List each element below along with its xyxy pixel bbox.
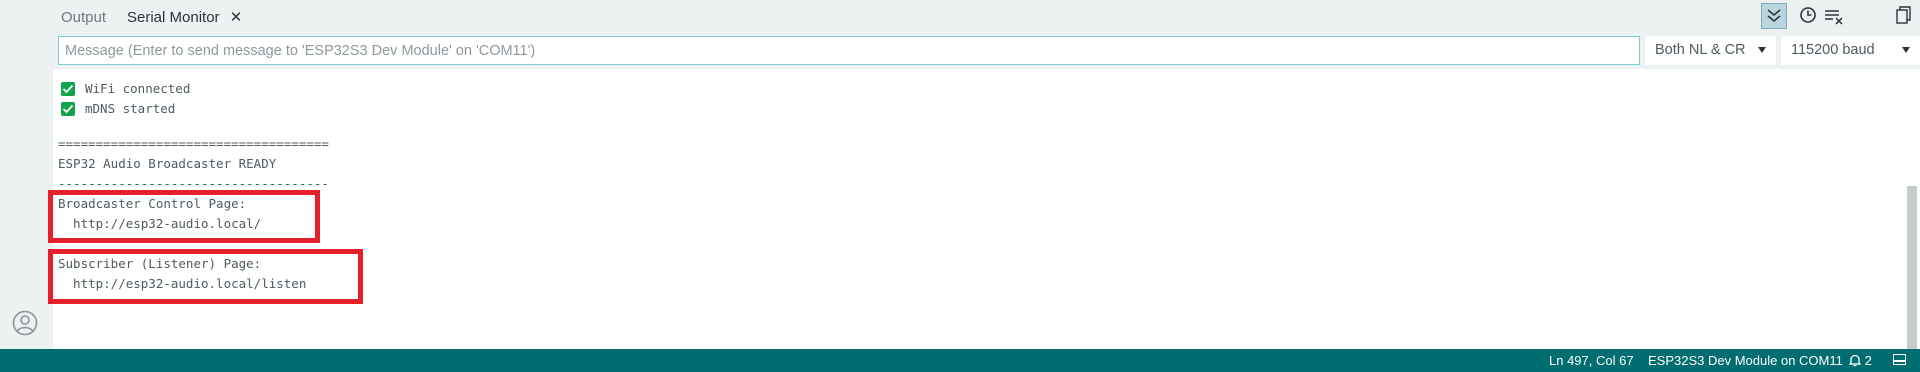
baud-rate-value: 115200 baud <box>1791 42 1875 58</box>
serial-line: ==================================== <box>58 136 329 151</box>
tab-output[interactable]: Output <box>61 0 106 35</box>
tab-serial-monitor[interactable]: Serial Monitor ✕ <box>127 0 242 35</box>
highlight-box-control-page <box>48 190 320 243</box>
chevron-down-icon <box>1758 47 1766 53</box>
tab-serial-monitor-label: Serial Monitor <box>127 9 220 26</box>
clock-icon[interactable] <box>1796 4 1820 28</box>
output-scrollbar[interactable] <box>1907 186 1917 349</box>
notifications-button[interactable]: 2 <box>1848 349 1872 372</box>
close-icon[interactable]: ✕ <box>230 0 243 36</box>
chevron-down-icon <box>1902 47 1910 53</box>
panel-tabbar: Output Serial Monitor ✕ <box>53 0 1920 35</box>
board-status[interactable]: ESP32S3 Dev Module on COM11 <box>1648 349 1843 372</box>
notifications-count: 2 <box>1864 353 1872 368</box>
baud-rate-select[interactable]: 115200 baud <box>1781 36 1920 65</box>
tab-output-label: Output <box>61 9 107 26</box>
line-ending-select[interactable]: Both NL & CR <box>1645 36 1776 65</box>
message-bar: Both NL & CR 115200 baud <box>53 35 1920 69</box>
serial-line: mDNS started <box>85 101 176 116</box>
check-icon <box>61 102 75 116</box>
serial-line: WiFi connected <box>85 81 191 96</box>
autoscroll-toggle-button[interactable] <box>1761 3 1787 29</box>
left-rail <box>0 0 53 349</box>
check-icon <box>61 82 75 96</box>
bell-icon <box>1848 354 1862 367</box>
copy-icon[interactable] <box>1892 4 1916 28</box>
toggle-panel-icon[interactable] <box>1893 354 1906 365</box>
account-icon[interactable] <box>12 310 38 336</box>
status-bar: Ln 497, Col 67 ESP32S3 Dev Module on COM… <box>0 349 1920 372</box>
message-input[interactable] <box>58 36 1640 65</box>
highlight-box-listener-page <box>48 249 363 304</box>
line-ending-value: Both NL & CR <box>1655 42 1746 58</box>
clear-output-icon[interactable] <box>1822 4 1846 28</box>
double-chevron-down-icon <box>1767 9 1781 23</box>
serial-line: ESP32 Audio Broadcaster READY <box>58 156 277 171</box>
cursor-position[interactable]: Ln 497, Col 67 <box>1549 349 1634 372</box>
